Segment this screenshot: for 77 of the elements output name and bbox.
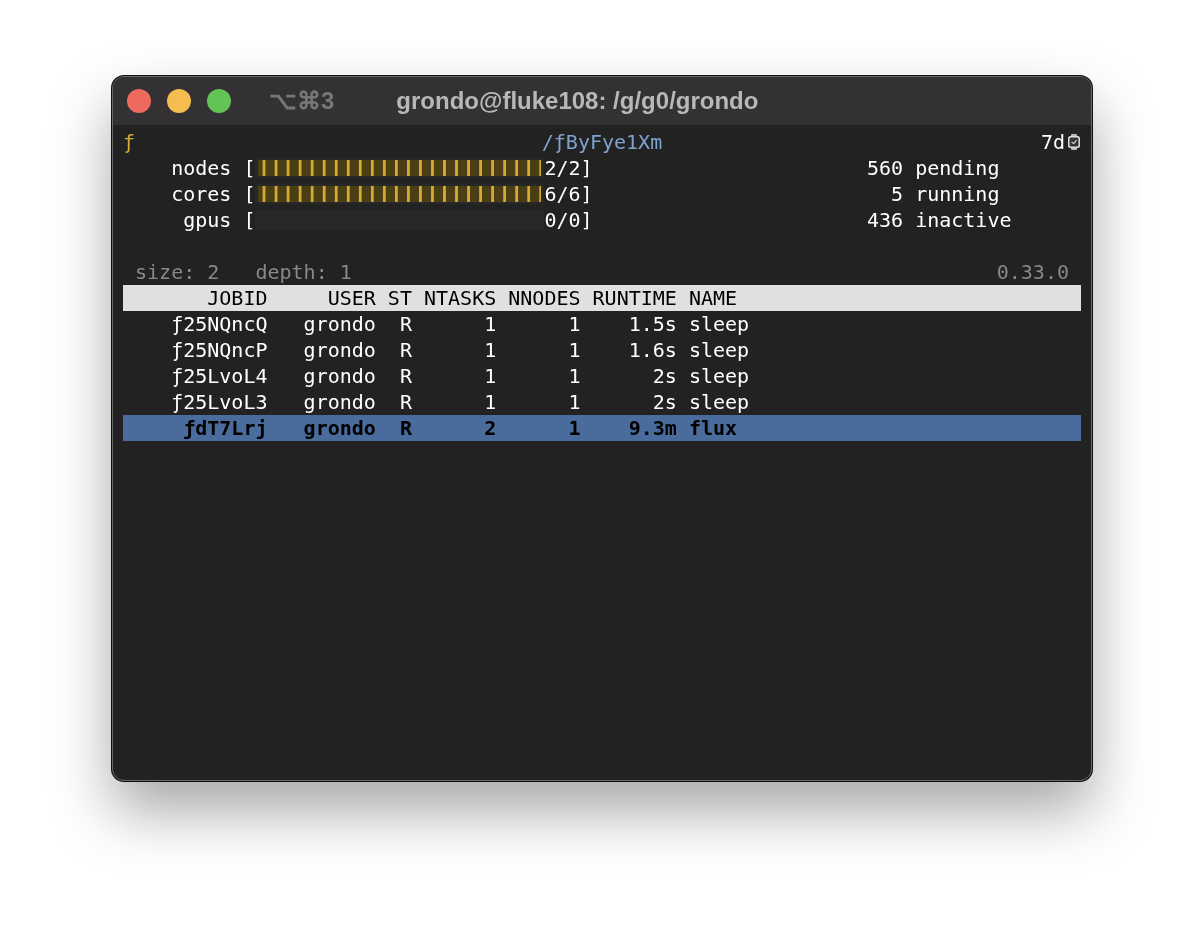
usage-reading: 6/6 [544,181,581,207]
table-cell-text: grondo [302,363,376,389]
table-cell-text: 1 [483,337,497,363]
clock-icon [1067,134,1081,150]
job-state-label: pending [915,155,1000,181]
column-header: ST [386,285,412,311]
table-cell-text: 2s [651,363,677,389]
bracket: [ [243,155,256,181]
table-cell-text: 1 [567,363,581,389]
table-cell-text: ƒ25LvoL3 [170,389,268,415]
bracket: [ [243,207,256,233]
usage-reading: 0/0 [544,207,581,233]
table-cell-text: 2s [651,389,677,415]
column-header: RUNTIME [591,285,677,311]
close-button[interactable] [127,89,151,113]
table-cell: sleep [688,363,750,389]
instance-path: /ƒByFye1Xm [541,129,663,155]
table-cell-text: grondo [302,415,376,441]
maximize-button[interactable] [207,89,231,113]
table-cell-text: 1 [483,363,497,389]
job-count: 5 [890,181,904,207]
version-text: 0.33.0 [996,259,1069,285]
table-cell-text: R [398,363,412,389]
table-cell: sleep [688,337,750,363]
table-cell-text: ƒ25LvoL4 [170,363,268,389]
table-cell-text: 1 [567,415,581,441]
table-cell-text: grondo [302,389,376,415]
size-text: size: 2 [135,259,220,285]
table-cell-text: 2 [483,415,497,441]
job-count: 436 [867,207,904,233]
table-cell-text: 1.5s [627,311,677,337]
window-shortcut: ⌥⌘3 [269,87,335,115]
table-cell-text: 1 [567,337,581,363]
job-row[interactable]: ƒ25NQncQ grondo R 1 1 1.5s sleep [123,311,1081,337]
table-cell: flux [688,415,738,441]
table-cell-text: ƒdT7Lrj [182,415,268,441]
column-header: NTASKS [423,285,497,311]
table-cell-text: ƒ25NQncQ [170,311,268,337]
column-header: USER [326,285,376,311]
resource-label: cores [170,181,232,207]
usage-reading: 2/2 [544,155,581,181]
minimize-button[interactable] [167,89,191,113]
table-cell-text: 1.6s [627,337,677,363]
bracket: ] [580,155,593,181]
table-cell: sleep [688,311,750,337]
column-header: NNODES [507,285,581,311]
table-cell-text: R [398,337,412,363]
table-cell-text: 9.3m [627,415,677,441]
job-state-label: running [915,181,1000,207]
flux-logo: ƒ [123,129,136,155]
column-header: JOBID [206,285,268,311]
column-header: NAME [688,285,738,311]
window-title: grondo@fluke108: /g/g0/grondo [396,87,759,115]
resource-label: gpus [182,207,232,233]
job-row[interactable]: ƒ25LvoL3 grondo R 1 1 2s sleep [123,389,1081,415]
table-cell-text: grondo [302,311,376,337]
table-cell-text: 1 [567,311,581,337]
job-row[interactable]: ƒ25NQncP grondo R 1 1 1.6s sleep [123,337,1081,363]
depth-text: depth: 1 [255,259,352,285]
table-cell-text: R [398,389,412,415]
job-row[interactable]: ƒ25LvoL4 grondo R 1 1 2s sleep [123,363,1081,389]
job-row[interactable]: ƒdT7Lrj grondo R 2 1 9.3m flux [123,415,1081,441]
table-cell-text: 1 [483,389,497,415]
resource-label: nodes [170,155,232,181]
table-cell-text: 1 [567,389,581,415]
table-cell-text: grondo [302,337,376,363]
bracket: ] [580,181,593,207]
table-cell-text: ƒ25NQncP [170,337,268,363]
job-state-label: inactive [915,207,1012,233]
uptime-text: 7d [1040,129,1065,155]
table-cell-text: R [398,311,412,337]
table-cell-text: 1 [483,311,497,337]
bracket: ] [580,207,593,233]
bracket: [ [243,181,256,207]
job-count: 560 [867,155,904,181]
table-cell-text: R [398,415,412,441]
table-cell: sleep [688,389,750,415]
